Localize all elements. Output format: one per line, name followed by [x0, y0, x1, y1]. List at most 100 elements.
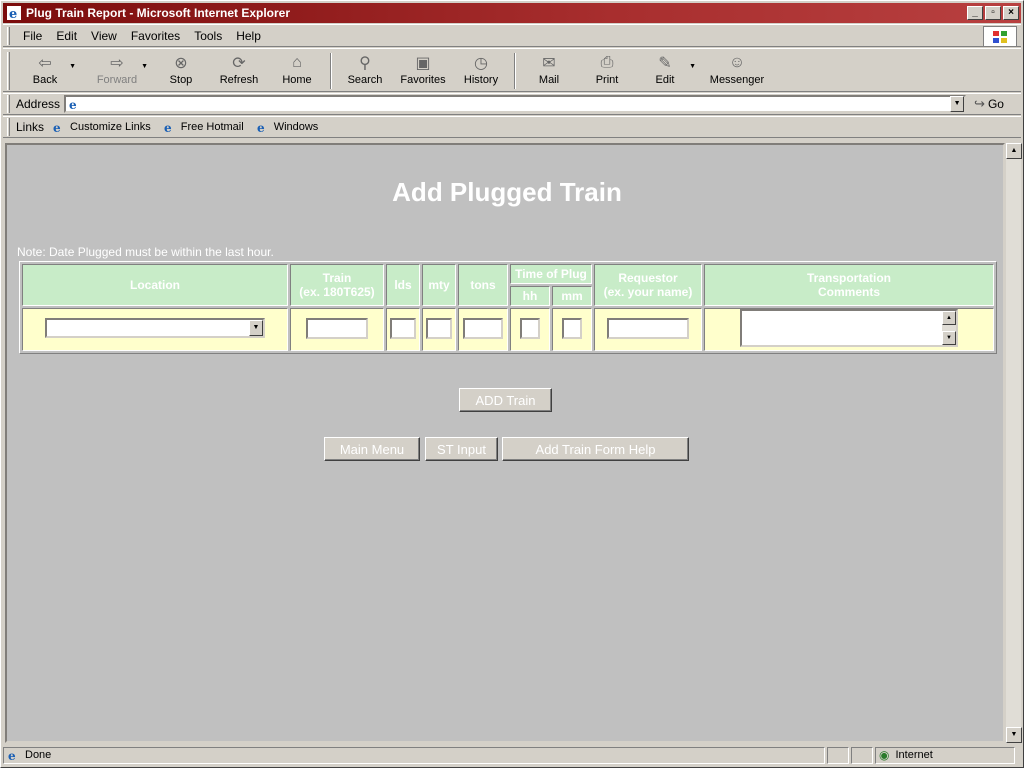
- link-customize-links[interactable]: e Customize Links: [52, 120, 151, 134]
- edit-dropdown-icon[interactable]: ▼: [689, 63, 696, 70]
- menu-help[interactable]: Help: [229, 29, 268, 43]
- mail-icon: ✉: [542, 55, 556, 72]
- menu-tools[interactable]: Tools: [187, 29, 229, 43]
- time-of-plug-header: Time of Plug: [510, 264, 592, 284]
- page-icon: e: [69, 98, 77, 111]
- stop-button[interactable]: ⊗ Stop: [152, 49, 210, 86]
- print-button[interactable]: ⎙ Print: [578, 49, 636, 86]
- stop-label: Stop: [169, 74, 193, 86]
- location-cell: ▼: [22, 308, 288, 351]
- stop-icon: ⊗: [174, 55, 188, 72]
- scroll-down-icon[interactable]: ▼: [1006, 727, 1022, 743]
- history-icon: ◷: [474, 55, 488, 72]
- header-row: Location Train (ex. 180T625) lds mty tons…: [22, 264, 994, 306]
- home-label: Home: [282, 74, 312, 86]
- tons-header: tons: [458, 264, 508, 306]
- scroll-down-icon[interactable]: ▼: [942, 331, 956, 345]
- add-train-table: Location Train (ex. 180T625) lds mty tons…: [19, 261, 997, 354]
- comments-scrollbar[interactable]: ▲ ▼: [942, 311, 956, 345]
- home-icon: ⌂: [292, 54, 302, 71]
- svg-text:e: e: [69, 98, 77, 111]
- search-button[interactable]: ⚲ Search: [336, 49, 394, 86]
- hh-input[interactable]: [520, 317, 540, 339]
- status-security-panel: [851, 746, 873, 764]
- ie-logo-icon: e: [7, 6, 21, 21]
- links-grip[interactable]: [7, 118, 10, 136]
- favorites-folder-icon: ▣: [415, 55, 431, 72]
- lds-cell: [386, 308, 420, 351]
- location-select[interactable]: ▼: [45, 318, 265, 338]
- st-input-button[interactable]: ST Input: [425, 437, 498, 461]
- input-row: ▼ ▲ ▼: [22, 308, 994, 351]
- hh-header: hh: [510, 286, 550, 306]
- toolbar-separator: [330, 53, 332, 89]
- menu-view[interactable]: View: [84, 29, 124, 43]
- requestor-input[interactable]: [607, 317, 689, 339]
- edit-label: Edit: [655, 74, 675, 86]
- tons-input[interactable]: [463, 317, 503, 339]
- history-button[interactable]: ◷ History: [452, 49, 510, 86]
- back-arrow-icon: ⇦: [38, 55, 52, 72]
- edit-button[interactable]: ✎ Edit ▼: [636, 49, 696, 86]
- ie-page-icon: e: [257, 121, 265, 134]
- scroll-up-icon[interactable]: ▲: [942, 311, 956, 325]
- address-grip[interactable]: [7, 95, 10, 113]
- mty-cell: [422, 308, 456, 351]
- requestor-cell: [594, 308, 702, 351]
- forward-button[interactable]: ⇨ Forward ▼: [88, 49, 148, 86]
- train-input[interactable]: [306, 317, 368, 339]
- mail-button[interactable]: ✉ Mail: [520, 49, 578, 86]
- location-dropdown-icon[interactable]: ▼: [249, 320, 263, 336]
- forward-arrow-icon: ⇨: [110, 55, 124, 72]
- lds-input[interactable]: [390, 317, 416, 339]
- add-train-button[interactable]: ADD Train: [459, 388, 552, 412]
- address-dropdown-button[interactable]: ▼: [950, 96, 965, 112]
- refresh-button[interactable]: ⟳ Refresh: [210, 49, 268, 86]
- status-progress-panel: [827, 746, 849, 764]
- messenger-icon: ☺: [728, 54, 746, 71]
- comments-cell: ▲ ▼: [704, 308, 994, 351]
- maximize-button[interactable]: ▫: [985, 6, 1001, 20]
- menu-edit[interactable]: Edit: [49, 29, 84, 43]
- status-text: Done: [25, 749, 52, 761]
- menu-grip[interactable]: [7, 26, 10, 45]
- form-help-button[interactable]: Add Train Form Help: [502, 437, 689, 461]
- link-free-hotmail[interactable]: e Free Hotmail: [163, 120, 244, 134]
- refresh-label: Refresh: [219, 74, 259, 86]
- messenger-button[interactable]: ☺ Messenger: [708, 49, 766, 86]
- toolbar-grip[interactable]: [7, 52, 10, 90]
- comments-textarea[interactable]: ▲ ▼: [740, 309, 958, 347]
- close-button[interactable]: ×: [1003, 6, 1019, 20]
- status-panel: e Done: [3, 746, 825, 764]
- browser-window: e Plug Train Report - Microsoft Internet…: [0, 0, 1024, 768]
- mty-input[interactable]: [426, 317, 452, 339]
- link-windows[interactable]: e Windows: [256, 120, 319, 134]
- mm-input[interactable]: [562, 317, 582, 339]
- page-scrollbar[interactable]: ▲ ▼: [1005, 143, 1022, 743]
- page-title: Add Plugged Train: [392, 177, 622, 207]
- location-header: Location: [22, 264, 288, 306]
- link-label: Customize Links: [70, 121, 151, 133]
- link-label: Free Hotmail: [180, 121, 244, 133]
- back-dropdown-icon[interactable]: ▼: [69, 63, 76, 70]
- scroll-up-icon[interactable]: ▲: [1006, 143, 1022, 159]
- main-menu-button[interactable]: Main Menu: [324, 437, 420, 461]
- back-button[interactable]: ⇦ Back ▼: [16, 49, 76, 86]
- forward-dropdown-icon[interactable]: ▼: [141, 63, 148, 70]
- toolbar-separator: [514, 53, 516, 89]
- title-bar[interactable]: e Plug Train Report - Microsoft Internet…: [3, 3, 1021, 23]
- standard-toolbar: ⇦ Back ▼ ⇨ Forward ▼ ⊗ Stop ⟳ Refresh ⌂ …: [3, 48, 1021, 92]
- window-title: Plug Train Report - Microsoft Internet E…: [26, 6, 291, 20]
- address-input[interactable]: e: [64, 95, 967, 113]
- menu-favorites[interactable]: Favorites: [124, 29, 187, 43]
- ie-page-icon: e: [53, 121, 61, 134]
- minimize-button[interactable]: _: [967, 6, 983, 20]
- home-button[interactable]: ⌂ Home: [268, 49, 326, 86]
- svg-text:e: e: [53, 121, 61, 134]
- favorites-button[interactable]: ▣ Favorites: [394, 49, 452, 86]
- address-bar: Address e ▼ ↪ Go: [3, 93, 1021, 115]
- zone-text: Internet: [895, 749, 933, 761]
- menu-file[interactable]: File: [16, 29, 49, 43]
- go-button[interactable]: ↪ Go: [974, 96, 1004, 112]
- comments-header: Transportation Comments: [704, 264, 994, 306]
